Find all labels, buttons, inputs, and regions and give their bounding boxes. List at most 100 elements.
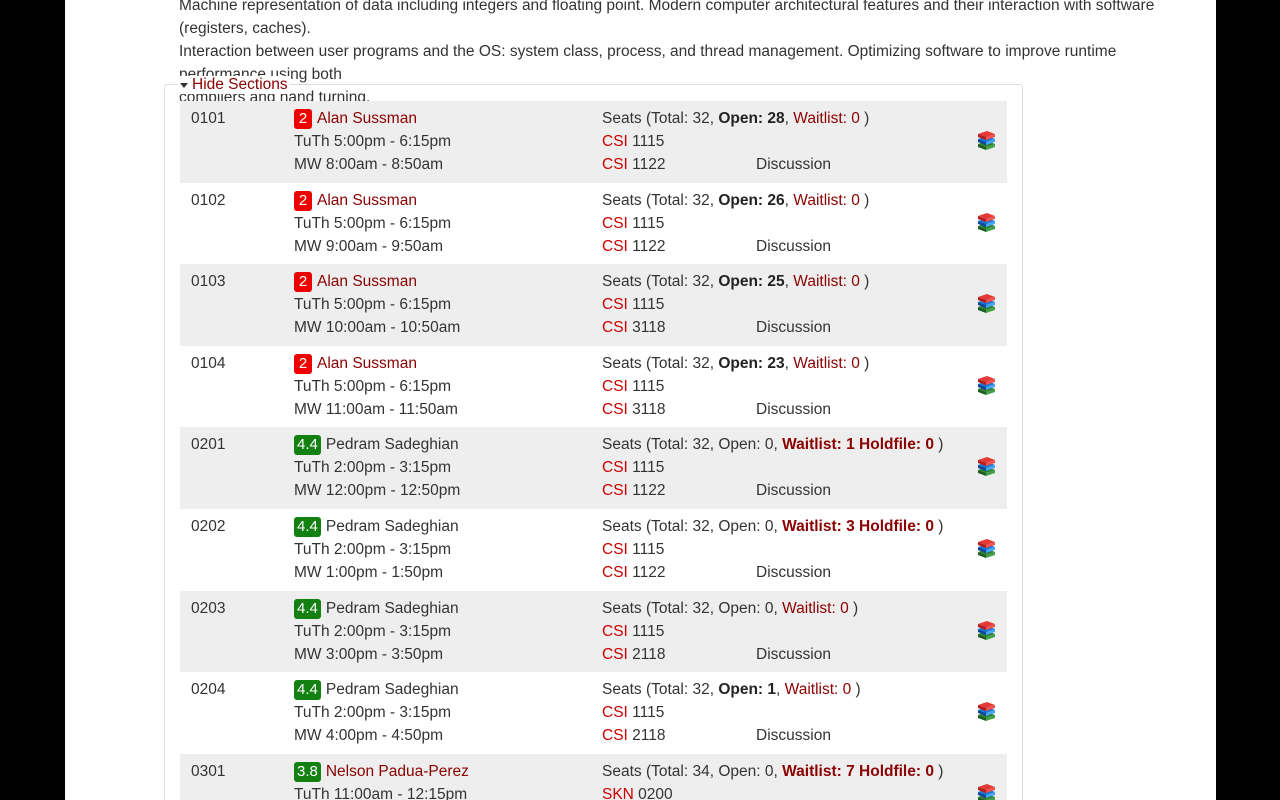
building-link[interactable]: CSI (602, 727, 628, 744)
instructor-name[interactable]: Alan Sussman (317, 192, 417, 209)
seats-info: Seats (Total: 32, Open: 26, Waitlist: 0 … (602, 191, 870, 209)
lecture-room: CSI 1115 (602, 540, 665, 558)
section-row: 0104 2 Alan Sussman TuTh 5:00pm - 6:15pm MW … (180, 345, 1007, 428)
rating-badge[interactable]: 4.4 (294, 516, 321, 537)
section-row: 0203 4.4 Pedram Sadeghian TuTh 2:00pm - 3:1… (180, 590, 1007, 673)
discussion-label: Discussion (756, 482, 831, 500)
lecture-time: TuTh 5:00pm - 6:15pm (294, 296, 452, 314)
building-link[interactable]: CSI (602, 133, 628, 150)
instructor-name: Pedram Sadeghian (325, 599, 459, 617)
section-id: 0101 (191, 110, 226, 127)
seats-info: Seats (Total: 32, Open: 1, Waitlist: 0 ) (602, 681, 861, 699)
building-link[interactable]: CSI (602, 459, 628, 476)
rating-badge[interactable]: 2 (294, 109, 312, 129)
books-icon[interactable] (975, 620, 997, 642)
caret-down-icon (180, 83, 188, 88)
discussion-label: Discussion (756, 727, 831, 745)
building-link[interactable]: CSI (602, 541, 628, 558)
building-link[interactable]: SKN (602, 786, 634, 800)
building-link[interactable]: CSI (602, 156, 628, 173)
books-icon[interactable] (975, 130, 997, 152)
discussion-time: MW 11:00am - 11:50am (294, 400, 458, 418)
rating-badge[interactable]: 4.4 (294, 435, 321, 456)
instructor-name[interactable]: Nelson Padua-Perez (326, 763, 469, 780)
waitlist-count[interactable]: Waitlist: 0 (793, 192, 860, 209)
discussion-time: MW 4:00pm - 4:50pm (294, 727, 444, 745)
lecture-room: CSI 1115 (602, 459, 665, 477)
section-id: 0104 (191, 354, 226, 372)
building-link[interactable]: CSI (602, 238, 628, 255)
open-seats: Open: 26 (718, 191, 785, 209)
instructor-name: Pedram Sadeghian (325, 517, 459, 535)
section-id: 0201 (191, 436, 226, 454)
section-row: 0301 3.8 Nelson Padua-Perez TuTh 11:00am - … (180, 753, 1007, 800)
seats-info: Seats (Total: 32, Open: 28, Waitlist: 0 … (602, 110, 870, 127)
building-link[interactable]: CSI (602, 704, 628, 721)
discussion-room: CSI 3118 (602, 400, 666, 418)
discussion-time: MW 9:00am - 9:50am (294, 237, 444, 255)
lecture-room: CSI 1115 (602, 133, 665, 150)
building-link[interactable]: CSI (602, 319, 628, 336)
instructor-line: 2 Alan Sussman (294, 270, 417, 293)
waitlist-count[interactable]: Waitlist: 0 (793, 273, 860, 290)
open-seats: Open: 1 (718, 681, 777, 699)
rating-badge[interactable]: 4.4 (294, 680, 321, 701)
discussion-room: CSI 1122 (602, 237, 666, 255)
books-icon[interactable] (975, 375, 997, 397)
books-icon[interactable] (975, 456, 997, 478)
waitlist-count[interactable]: Waitlist: 0 (793, 355, 860, 372)
open-seats: Open: 0 (718, 599, 774, 617)
waitlist-count[interactable]: Waitlist: 0 (785, 681, 852, 698)
section-id: 0102 (191, 191, 226, 209)
section-list: 0101 2 Alan Sussman TuTh 5:00pm - 6:15pm MW … (180, 101, 1007, 800)
rating-badge[interactable]: 4.4 (294, 598, 321, 619)
building-link[interactable]: CSI (602, 378, 628, 395)
lecture-room: SKN 0200 (602, 783, 673, 800)
waitlist-count[interactable]: Waitlist: 1 Holdfile: 0 (782, 436, 934, 453)
hide-sections-toggle[interactable]: Hide Sections (178, 76, 290, 94)
instructor-name[interactable]: Alan Sussman (317, 273, 417, 290)
instructor-line: 2 Alan Sussman (294, 189, 417, 212)
building-link[interactable]: CSI (602, 296, 628, 313)
books-icon[interactable] (975, 293, 997, 315)
building-link[interactable]: CSI (602, 482, 628, 499)
instructor-name[interactable]: Alan Sussman (317, 110, 417, 127)
instructor-line: 2 Alan Sussman (294, 352, 417, 375)
open-seats: Open: 0 (718, 517, 774, 535)
rating-badge[interactable]: 3.8 (294, 761, 321, 782)
waitlist-count[interactable]: Waitlist: 0 (793, 110, 860, 127)
open-seats: Open: 0 (718, 762, 774, 780)
books-icon[interactable] (975, 212, 997, 234)
instructor-name[interactable]: Alan Sussman (317, 355, 417, 372)
instructor-line: 4.4 Pedram Sadeghian (294, 597, 459, 620)
building-link[interactable]: CSI (602, 401, 628, 418)
books-icon[interactable] (975, 538, 997, 560)
section-id: 0202 (191, 517, 226, 535)
building-link[interactable]: CSI (602, 564, 628, 581)
section-row: 0204 4.4 Pedram Sadeghian TuTh 2:00pm - 3:1… (180, 672, 1007, 754)
instructor-line: 4.4 Pedram Sadeghian (294, 433, 459, 456)
waitlist-count[interactable]: Waitlist: 7 Holdfile: 0 (782, 763, 934, 780)
instructor-line: 3.8 Nelson Padua-Perez (294, 760, 469, 783)
lecture-time: TuTh 5:00pm - 6:15pm (294, 377, 452, 395)
building-link[interactable]: CSI (602, 215, 628, 232)
instructor-line: 2 Alan Sussman (294, 107, 417, 130)
rating-badge[interactable]: 2 (294, 272, 312, 293)
description-line: Interaction between user programs and th… (179, 43, 1117, 83)
rating-badge[interactable]: 2 (294, 190, 312, 211)
discussion-room: CSI 1122 (602, 563, 666, 581)
rating-badge[interactable]: 2 (294, 353, 312, 374)
waitlist-count[interactable]: Waitlist: 3 Holdfile: 0 (782, 518, 934, 535)
books-icon[interactable] (975, 783, 997, 800)
building-link[interactable]: CSI (602, 646, 628, 663)
building-link[interactable]: CSI (602, 623, 628, 640)
discussion-time: MW 12:00pm - 12:50pm (294, 482, 461, 500)
waitlist-count[interactable]: Waitlist: 0 (782, 600, 849, 617)
lecture-time: TuTh 11:00am - 12:15pm (294, 785, 468, 800)
discussion-time: MW 3:00pm - 3:50pm (294, 645, 444, 663)
discussion-time: MW 10:00am - 10:50am (294, 319, 461, 337)
lecture-time: TuTh 2:00pm - 3:15pm (294, 459, 452, 477)
books-icon[interactable] (975, 701, 997, 723)
section-row: 0103 2 Alan Sussman TuTh 5:00pm - 6:15pm MW … (180, 264, 1007, 346)
section-row: 0102 2 Alan Sussman TuTh 5:00pm - 6:15pm MW … (180, 182, 1007, 265)
